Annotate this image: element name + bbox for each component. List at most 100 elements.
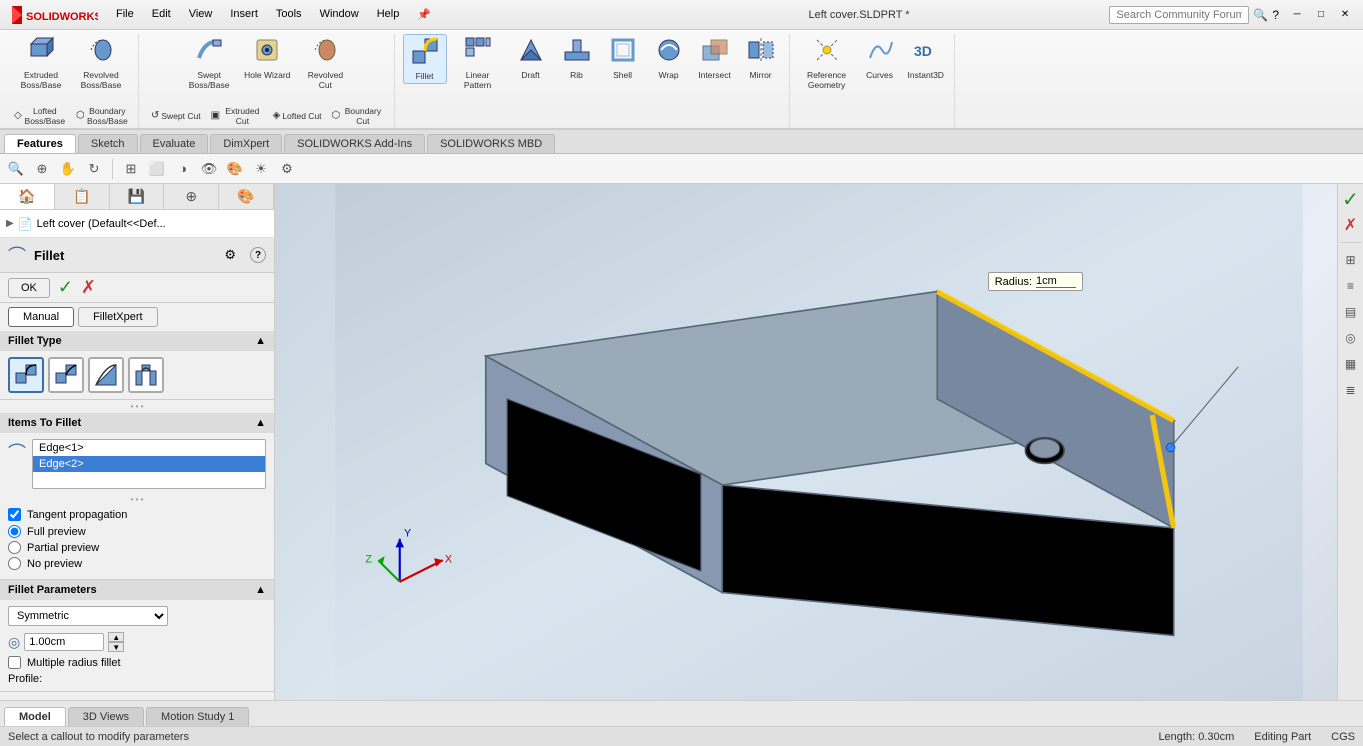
- swept-boss-icon: [195, 36, 223, 68]
- shell-button[interactable]: Shell: [601, 34, 645, 82]
- fillet-type-constant[interactable]: [8, 357, 44, 393]
- fillet-parameters-header[interactable]: Fillet Parameters ▲: [0, 580, 274, 600]
- pan-icon[interactable]: ✋: [56, 157, 80, 181]
- edge-item-2[interactable]: Edge<2>: [33, 456, 265, 472]
- rs-icon-4[interactable]: ◎: [1340, 327, 1362, 349]
- mirror-button[interactable]: Mirror: [739, 34, 783, 82]
- scenes-icon[interactable]: ☀: [249, 157, 273, 181]
- tab-dimxpert[interactable]: DimXpert: [210, 134, 282, 153]
- close-button[interactable]: ✕: [1335, 6, 1355, 24]
- rs-icon-5[interactable]: ▦: [1340, 353, 1362, 375]
- search-input[interactable]: [1109, 6, 1249, 24]
- items-to-fillet-header[interactable]: Items To Fillet ▲: [0, 413, 274, 433]
- full-preview-radio[interactable]: [8, 525, 21, 538]
- fillet-type-face[interactable]: [88, 357, 124, 393]
- btab-model[interactable]: Model: [4, 707, 66, 726]
- tab-evaluate[interactable]: Evaluate: [140, 134, 209, 153]
- appearance-icon[interactable]: 🎨: [223, 157, 247, 181]
- fillet-type-variable[interactable]: [48, 357, 84, 393]
- lp-tab-display[interactable]: 🎨: [219, 184, 274, 209]
- boundary-boss-button[interactable]: ⬡ Boundary Boss/Base: [72, 104, 132, 128]
- cancel-button[interactable]: ✗: [81, 277, 96, 298]
- hole-wizard-button[interactable]: Hole Wizard: [240, 34, 294, 82]
- lp-tab-properties[interactable]: 💾: [110, 184, 165, 209]
- help-icon[interactable]: ?: [1272, 8, 1279, 22]
- intersect-button[interactable]: Intersect: [693, 34, 737, 82]
- fillet-type-full-round[interactable]: [128, 357, 164, 393]
- accept-view-button[interactable]: ✓: [1340, 188, 1362, 210]
- symmetric-dropdown[interactable]: Symmetric Asymmetric: [8, 606, 168, 626]
- lp-tab-add[interactable]: ⊕: [164, 184, 219, 209]
- fillet-help-icon[interactable]: ?: [250, 247, 266, 263]
- btab-3dviews[interactable]: 3D Views: [68, 707, 144, 726]
- curves-button[interactable]: Curves: [858, 34, 902, 82]
- no-preview-radio[interactable]: [8, 557, 21, 570]
- menu-help[interactable]: Help: [369, 6, 408, 23]
- wrap-button[interactable]: Wrap: [647, 34, 691, 82]
- rotate-icon[interactable]: ↻: [82, 157, 106, 181]
- radius-callout-input[interactable]: 1cm: [1036, 275, 1076, 288]
- tangent-propagation-checkbox[interactable]: [8, 508, 21, 521]
- menu-insert[interactable]: Insert: [222, 6, 266, 23]
- btab-motion[interactable]: Motion Study 1: [146, 707, 249, 726]
- view-settings-icon[interactable]: ⚙: [275, 157, 299, 181]
- revolved-boss-button[interactable]: Revolved Boss/Base: [72, 34, 130, 92]
- rib-button[interactable]: Rib: [555, 34, 599, 82]
- maximize-button[interactable]: □: [1311, 6, 1331, 24]
- zoom-in-icon[interactable]: ⊕: [30, 157, 54, 181]
- linear-pattern-button[interactable]: Linear Pattern: [449, 34, 507, 92]
- tab-features[interactable]: Features: [4, 134, 76, 153]
- ok-button[interactable]: OK: [8, 278, 50, 298]
- menu-edit[interactable]: Edit: [144, 6, 179, 23]
- rs-icon-3[interactable]: ▤: [1340, 301, 1362, 323]
- rs-icon-1[interactable]: ⊞: [1340, 249, 1362, 271]
- display-style-icon[interactable]: ◑: [171, 157, 195, 181]
- instant3d-button[interactable]: 3D Instant3D: [904, 34, 948, 82]
- zoom-to-fit-icon[interactable]: 🔍: [4, 157, 28, 181]
- revolved-cut-button[interactable]: Revolved Cut: [296, 34, 354, 92]
- fillet-button[interactable]: Fillet: [403, 34, 447, 84]
- extruded-boss-button[interactable]: Extruded Boss/Base: [12, 34, 70, 92]
- lofted-boss-button[interactable]: ◇ Lofted Boss/Base: [10, 104, 70, 128]
- lofted-cut-button[interactable]: ◈ Lofted Cut: [269, 104, 326, 128]
- separator1: • • •: [0, 402, 274, 411]
- rs-separator: [1341, 242, 1361, 243]
- boundary-cut-button[interactable]: ⬡ Boundary Cut: [328, 104, 388, 128]
- tab-mbd[interactable]: SOLIDWORKS MBD: [427, 134, 555, 153]
- pin-button[interactable]: 📌: [409, 6, 439, 23]
- tree-expand-arrow[interactable]: ▶: [6, 218, 14, 229]
- edge-item-1[interactable]: Edge<1>: [33, 440, 265, 456]
- swept-boss-button[interactable]: Swept Boss/Base: [180, 34, 238, 92]
- draft-button[interactable]: Draft: [509, 34, 553, 82]
- tab-sketch[interactable]: Sketch: [78, 134, 138, 153]
- menu-tools[interactable]: Tools: [268, 6, 310, 23]
- menu-window[interactable]: Window: [312, 6, 367, 23]
- fillet-settings-icon[interactable]: ⚙: [224, 247, 236, 263]
- manual-tab[interactable]: Manual: [8, 307, 74, 327]
- section-view-icon[interactable]: ⬜: [145, 157, 169, 181]
- rs-icon-2[interactable]: ≡: [1340, 275, 1362, 297]
- swept-cut-button[interactable]: ↺ Swept Cut: [147, 104, 205, 128]
- hide-show-icon[interactable]: 👁: [197, 157, 221, 181]
- radius-increment[interactable]: ▲: [108, 632, 124, 642]
- partial-preview-radio[interactable]: [8, 541, 21, 554]
- extruded-cut-button[interactable]: ▣ Extruded Cut: [207, 104, 267, 128]
- radius-decrement[interactable]: ▼: [108, 642, 124, 652]
- cancel-view-button[interactable]: ✗: [1340, 214, 1362, 236]
- search-icon[interactable]: 🔍: [1253, 8, 1268, 22]
- view-orient-icon[interactable]: ⊞: [119, 157, 143, 181]
- minimize-button[interactable]: ─: [1287, 6, 1307, 24]
- reference-geometry-button[interactable]: Reference Geometry: [798, 34, 856, 92]
- feature-tree-label: Left cover (Default<<Def...: [37, 218, 166, 230]
- multiple-radius-checkbox[interactable]: [8, 656, 21, 669]
- filletxpert-tab[interactable]: FilletXpert: [78, 307, 158, 327]
- menu-file[interactable]: File: [108, 6, 142, 23]
- lp-tab-tree[interactable]: 📋: [55, 184, 110, 209]
- fillet-type-header[interactable]: Fillet Type ▲: [0, 331, 274, 351]
- radius-input[interactable]: 1.00cm: [24, 633, 104, 651]
- accept-button[interactable]: ✓: [58, 277, 73, 298]
- menu-view[interactable]: View: [181, 6, 221, 23]
- tab-addins[interactable]: SOLIDWORKS Add-Ins: [284, 134, 425, 153]
- lp-tab-home[interactable]: 🏠: [0, 184, 55, 209]
- rs-icon-6[interactable]: ≣: [1340, 379, 1362, 401]
